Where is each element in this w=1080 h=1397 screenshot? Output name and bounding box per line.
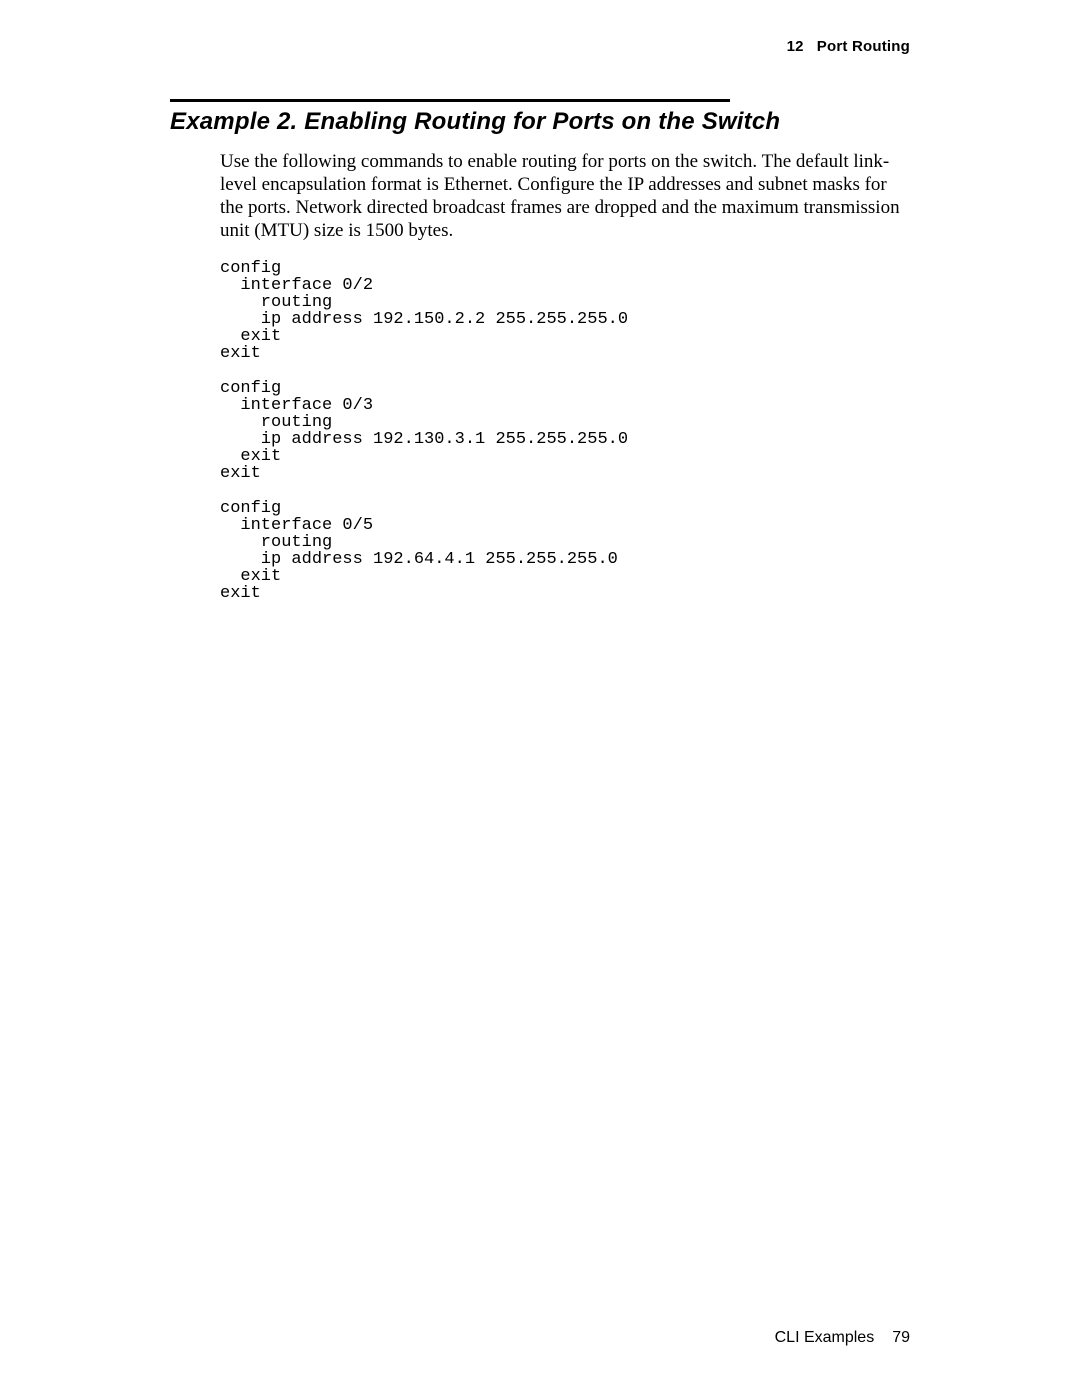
section-paragraph: Use the following commands to enable rou… xyxy=(220,150,910,242)
section-body: Use the following commands to enable rou… xyxy=(220,150,910,602)
chapter-title: Port Routing xyxy=(817,38,910,55)
code-block-1: config interface 0/2 routing ip address … xyxy=(220,260,910,362)
chapter-number: 12 xyxy=(787,38,804,55)
footer-label: CLI Examples xyxy=(775,1329,875,1346)
footer-page-number: 79 xyxy=(892,1329,910,1346)
section-divider xyxy=(170,99,730,102)
code-block-2: config interface 0/3 routing ip address … xyxy=(220,380,910,482)
page: 12 Port Routing Example 2. Enabling Rout… xyxy=(0,0,1080,1397)
code-block-3: config interface 0/5 routing ip address … xyxy=(220,500,910,602)
page-footer: CLI Examples 79 xyxy=(775,1329,910,1347)
running-header: 12 Port Routing xyxy=(170,38,910,55)
section-title: Example 2. Enabling Routing for Ports on… xyxy=(170,108,910,136)
